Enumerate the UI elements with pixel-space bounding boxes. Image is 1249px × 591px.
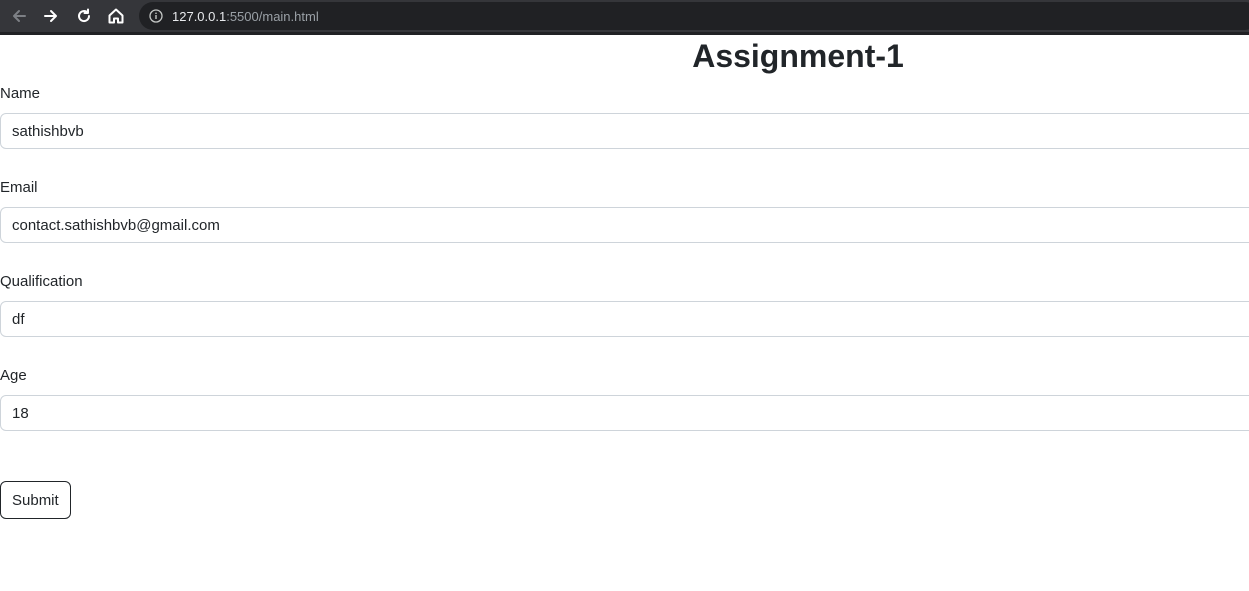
age-label: Age	[0, 367, 27, 384]
url-host: 127.0.0.1	[172, 8, 227, 24]
name-label: Name	[0, 85, 41, 102]
email-input[interactable]	[0, 207, 1249, 243]
submit-button[interactable]: Submit	[0, 481, 71, 519]
url-path: :5500/main.html	[226, 8, 319, 24]
email-label: Email	[0, 179, 38, 196]
forward-arrow-icon[interactable]	[39, 4, 63, 28]
age-input[interactable]	[0, 395, 1249, 431]
reload-icon[interactable]	[72, 4, 96, 28]
url-text[interactable]: 127.0.0.1:5500/main.html	[172, 9, 319, 24]
browser-toolbar: 127.0.0.1:5500/main.html	[0, 0, 1249, 35]
qualification-input[interactable]	[0, 301, 1249, 337]
address-bar[interactable]: 127.0.0.1:5500/main.html	[139, 2, 1249, 30]
qualification-label: Qualification	[0, 273, 83, 290]
info-icon[interactable]	[149, 9, 163, 23]
home-icon[interactable]	[104, 4, 128, 28]
back-arrow-icon[interactable]	[7, 4, 31, 28]
name-input[interactable]	[0, 113, 1249, 149]
page-title: Assignment-1	[692, 38, 904, 74]
page-content: Assignment-1 Name Email Qualification Ag…	[0, 35, 1249, 591]
